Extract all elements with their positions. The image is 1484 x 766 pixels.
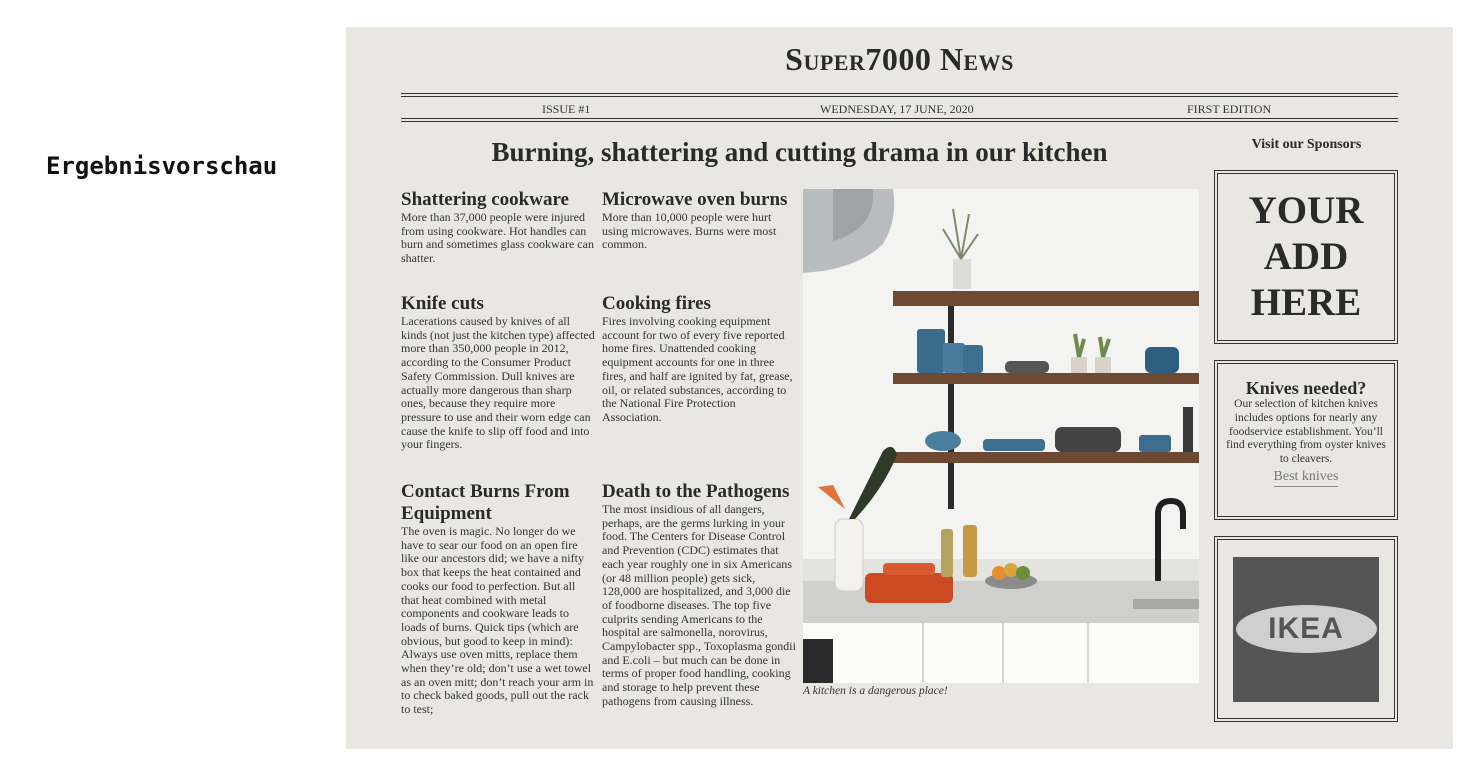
sponsors-title: Visit our Sponsors bbox=[1251, 137, 1362, 152]
article-microwave-burns: Microwave oven burns More than 10,000 pe… bbox=[602, 189, 797, 252]
article-contact-burns: Contact Burns From Equipment The oven is… bbox=[401, 481, 596, 717]
dateline-bar: Issue #1 Wednesday, 17 June, 2020 First … bbox=[401, 93, 1398, 122]
article-shattering-cookware: Shattering cookware More than 37,000 peo… bbox=[401, 189, 596, 266]
article-cooking-fires: Cooking fires Fires involving cooking eq… bbox=[602, 293, 797, 425]
issue-number: Issue #1 bbox=[542, 102, 591, 116]
article-title: Knife cuts bbox=[401, 293, 484, 314]
ikea-logo-text: IKEA bbox=[1268, 612, 1344, 645]
knives-ad-box: Knives needed? Our selection of kitchen … bbox=[1214, 360, 1398, 520]
article-body: Fires involving cooking equipment accoun… bbox=[602, 314, 793, 424]
ad-line: HERE bbox=[1250, 281, 1362, 324]
article-title: Death to the Pathogens bbox=[602, 481, 790, 502]
newspaper-page: Super7000 News Issue #1 Wednesday, 17 Ju… bbox=[346, 27, 1453, 749]
article-title: Microwave oven burns bbox=[602, 189, 788, 210]
article-body: The most insidious of all dangers, perha… bbox=[602, 502, 796, 708]
article-body: More than 10,000 people were hurt using … bbox=[602, 210, 777, 252]
ikea-logo: IKEA bbox=[1233, 556, 1379, 702]
article-body: The oven is magic. No longer do we have … bbox=[401, 524, 594, 717]
article-body: Lacerations caused by knives of all kind… bbox=[401, 314, 595, 452]
edition-label: First Edition bbox=[1187, 102, 1272, 116]
ad-line: ADD bbox=[1263, 235, 1349, 278]
kitchen-photo bbox=[803, 189, 1199, 683]
ad-placeholder-text: YOUR ADD HERE bbox=[1249, 188, 1364, 326]
ad-placeholder-box: YOUR ADD HERE bbox=[1214, 170, 1398, 344]
preview-label: Ergebnisvorschau bbox=[46, 152, 278, 180]
ikea-ad-box[interactable]: IKEA bbox=[1214, 536, 1398, 722]
knives-ad-body: Our selection of kitchen knives includes… bbox=[1226, 398, 1386, 466]
article-knife-cuts: Knife cuts Lacerations caused by knives … bbox=[401, 293, 596, 452]
issue-date: Wednesday, 17 June, 2020 bbox=[820, 102, 974, 116]
ikea-logo-oval: IKEA bbox=[1235, 605, 1377, 653]
best-knives-link[interactable]: Best knives bbox=[1273, 469, 1339, 487]
ad-line: YOUR bbox=[1248, 189, 1364, 232]
article-title: Shattering cookware bbox=[401, 189, 569, 210]
photo-caption: A kitchen is a dangerous place! bbox=[803, 685, 948, 697]
article-pathogens: Death to the Pathogens The most insidiou… bbox=[602, 481, 797, 709]
main-headline: Burning, shattering and cutting drama in… bbox=[491, 137, 1108, 167]
knives-ad-title: Knives needed? bbox=[1245, 378, 1367, 398]
newspaper-masthead: Super7000 News bbox=[785, 41, 1014, 77]
article-title: Contact Burns From Equipment bbox=[401, 481, 570, 524]
article-title: Cooking fires bbox=[602, 293, 711, 314]
article-body: More than 37,000 people were injured fro… bbox=[401, 210, 594, 266]
